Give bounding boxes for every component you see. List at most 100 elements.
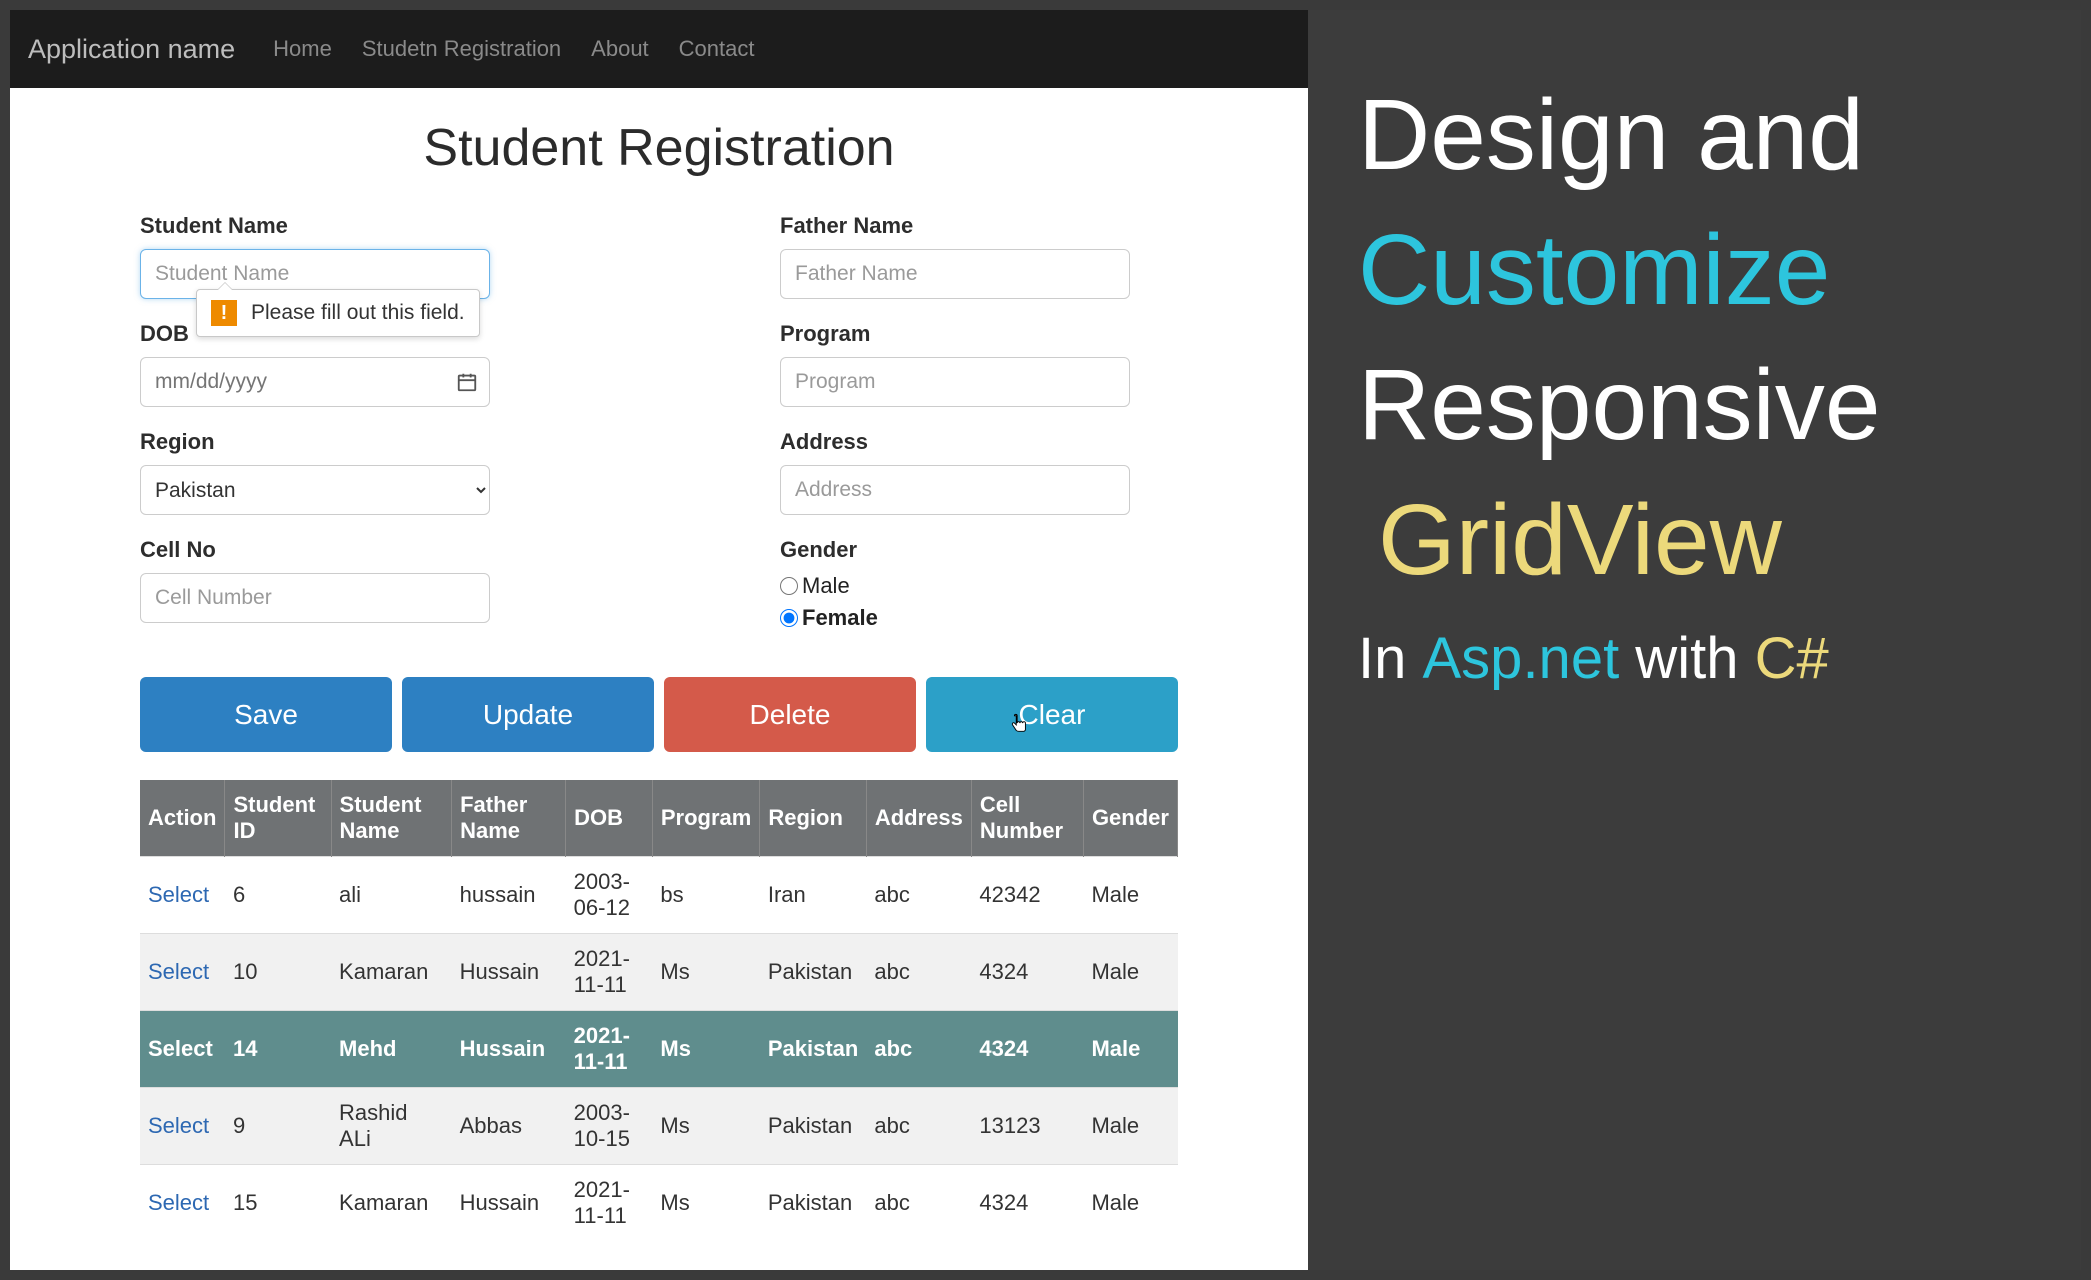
clear-button[interactable]: Clear	[926, 677, 1178, 752]
grid-cell: 4324	[971, 934, 1083, 1011]
student-name-label: Student Name	[140, 213, 490, 239]
nav-home[interactable]: Home	[273, 36, 332, 62]
grid-cell: Male	[1083, 1165, 1177, 1242]
gender-female-label[interactable]: Female	[802, 605, 878, 631]
grid-cell: 10	[225, 934, 331, 1011]
grid-cell: 13123	[971, 1088, 1083, 1165]
validation-tooltip: ! Please fill out this field.	[196, 289, 480, 337]
grid-header: Program	[652, 780, 759, 857]
table-row: Select9Rashid ALiAbbas2003-10-15MsPakist…	[140, 1088, 1178, 1165]
delete-button[interactable]: Delete	[664, 677, 916, 752]
grid-cell: Ms	[652, 1011, 759, 1088]
address-label: Address	[780, 429, 1130, 455]
table-row: Select15KamaranHussain2021-11-11MsPakist…	[140, 1165, 1178, 1242]
grid-cell: Pakistan	[760, 1088, 867, 1165]
side-in: In	[1358, 626, 1423, 691]
side-l3: Responsive	[1358, 349, 1881, 461]
grid-header: Student Name	[331, 780, 452, 857]
gender-male-radio[interactable]	[780, 577, 798, 595]
navbar: Application name Home Studetn Registrati…	[10, 10, 1308, 88]
grid-cell: Ms	[652, 1165, 759, 1242]
nav-registration[interactable]: Studetn Registration	[362, 36, 561, 62]
father-name-input[interactable]	[780, 249, 1130, 299]
grid-header: Action	[140, 780, 225, 857]
grid-cell: 4324	[971, 1165, 1083, 1242]
warning-icon: !	[211, 300, 237, 326]
grid-cell: Select	[140, 857, 225, 934]
grid-cell: Rashid ALi	[331, 1088, 452, 1165]
table-row: Select6alihussain2003-06-12bsIranabc4234…	[140, 857, 1178, 934]
grid-cell: 2003-06-12	[566, 857, 653, 934]
grid-cell: 42342	[971, 857, 1083, 934]
region-label: Region	[140, 429, 490, 455]
grid-cell: abc	[866, 857, 971, 934]
grid-cell: 2021-11-11	[566, 1165, 653, 1242]
grid-cell: Hussain	[452, 934, 566, 1011]
grid-cell: Pakistan	[760, 1165, 867, 1242]
grid-header: DOB	[566, 780, 653, 857]
side-l4: GridView	[1378, 484, 1782, 596]
dob-input[interactable]	[140, 357, 490, 407]
grid-cell: ali	[331, 857, 452, 934]
data-grid: ActionStudent IDStudent NameFather NameD…	[140, 780, 1178, 1241]
select-link[interactable]: Select	[148, 882, 209, 907]
grid-header: Cell Number	[971, 780, 1083, 857]
program-label: Program	[780, 321, 1130, 347]
region-select[interactable]: Pakistan	[140, 465, 490, 515]
grid-header: Address	[866, 780, 971, 857]
page-title: Student Registration	[140, 118, 1178, 178]
gender-female-radio[interactable]	[780, 609, 798, 627]
navbar-brand[interactable]: Application name	[20, 34, 243, 65]
cursor-icon	[1008, 713, 1030, 735]
grid-cell: 4324	[971, 1011, 1083, 1088]
address-input[interactable]	[780, 465, 1130, 515]
grid-cell: 2003-10-15	[566, 1088, 653, 1165]
grid-cell: Kamaran	[331, 1165, 452, 1242]
content-area: Student Registration Student Name ! Plea…	[10, 88, 1308, 1270]
grid-cell: Hussain	[452, 1165, 566, 1242]
grid-cell: Select	[140, 1088, 225, 1165]
grid-cell: Pakistan	[760, 1011, 867, 1088]
grid-cell: Male	[1083, 934, 1177, 1011]
grid-header: Student ID	[225, 780, 331, 857]
grid-cell: 14	[225, 1011, 331, 1088]
select-link[interactable]: Select	[148, 1036, 213, 1061]
grid-cell: Mehd	[331, 1011, 452, 1088]
grid-cell: abc	[866, 1088, 971, 1165]
nav-about[interactable]: About	[591, 36, 649, 62]
gender-label: Gender	[780, 537, 1130, 563]
calendar-icon[interactable]	[456, 371, 478, 393]
cell-input[interactable]	[140, 573, 490, 623]
grid-cell: Male	[1083, 1088, 1177, 1165]
gender-male-label[interactable]: Male	[802, 573, 850, 599]
grid-cell: Abbas	[452, 1088, 566, 1165]
grid-cell: Ms	[652, 934, 759, 1011]
select-link[interactable]: Select	[148, 959, 209, 984]
validation-text: Please fill out this field.	[251, 301, 465, 325]
update-button[interactable]: Update	[402, 677, 654, 752]
grid-header: Father Name	[452, 780, 566, 857]
grid-cell: abc	[866, 1011, 971, 1088]
grid-cell: Select	[140, 1011, 225, 1088]
side-l2: Customize	[1358, 214, 1830, 326]
select-link[interactable]: Select	[148, 1113, 209, 1138]
grid-cell: 2021-11-11	[566, 934, 653, 1011]
app-pane: Application name Home Studetn Registrati…	[10, 10, 1308, 1270]
table-row: Select10KamaranHussain2021-11-11MsPakist…	[140, 934, 1178, 1011]
grid-cell: Hussain	[452, 1011, 566, 1088]
grid-cell: Male	[1083, 857, 1177, 934]
nav-contact[interactable]: Contact	[679, 36, 755, 62]
grid-cell: abc	[866, 934, 971, 1011]
grid-cell: 2021-11-11	[566, 1011, 653, 1088]
program-input[interactable]	[780, 357, 1130, 407]
father-name-label: Father Name	[780, 213, 1130, 239]
grid-header: Gender	[1083, 780, 1177, 857]
title-pane: Design and Customize Responsive GridView…	[1308, 10, 2081, 1270]
grid-cell: Select	[140, 934, 225, 1011]
select-link[interactable]: Select	[148, 1190, 209, 1215]
table-row: Select 14MehdHussain2021-11-11MsPakistana…	[140, 1011, 1178, 1088]
grid-cell: Ms	[652, 1088, 759, 1165]
side-cs: C#	[1755, 626, 1829, 691]
save-button[interactable]: Save	[140, 677, 392, 752]
grid-cell: Iran	[760, 857, 867, 934]
